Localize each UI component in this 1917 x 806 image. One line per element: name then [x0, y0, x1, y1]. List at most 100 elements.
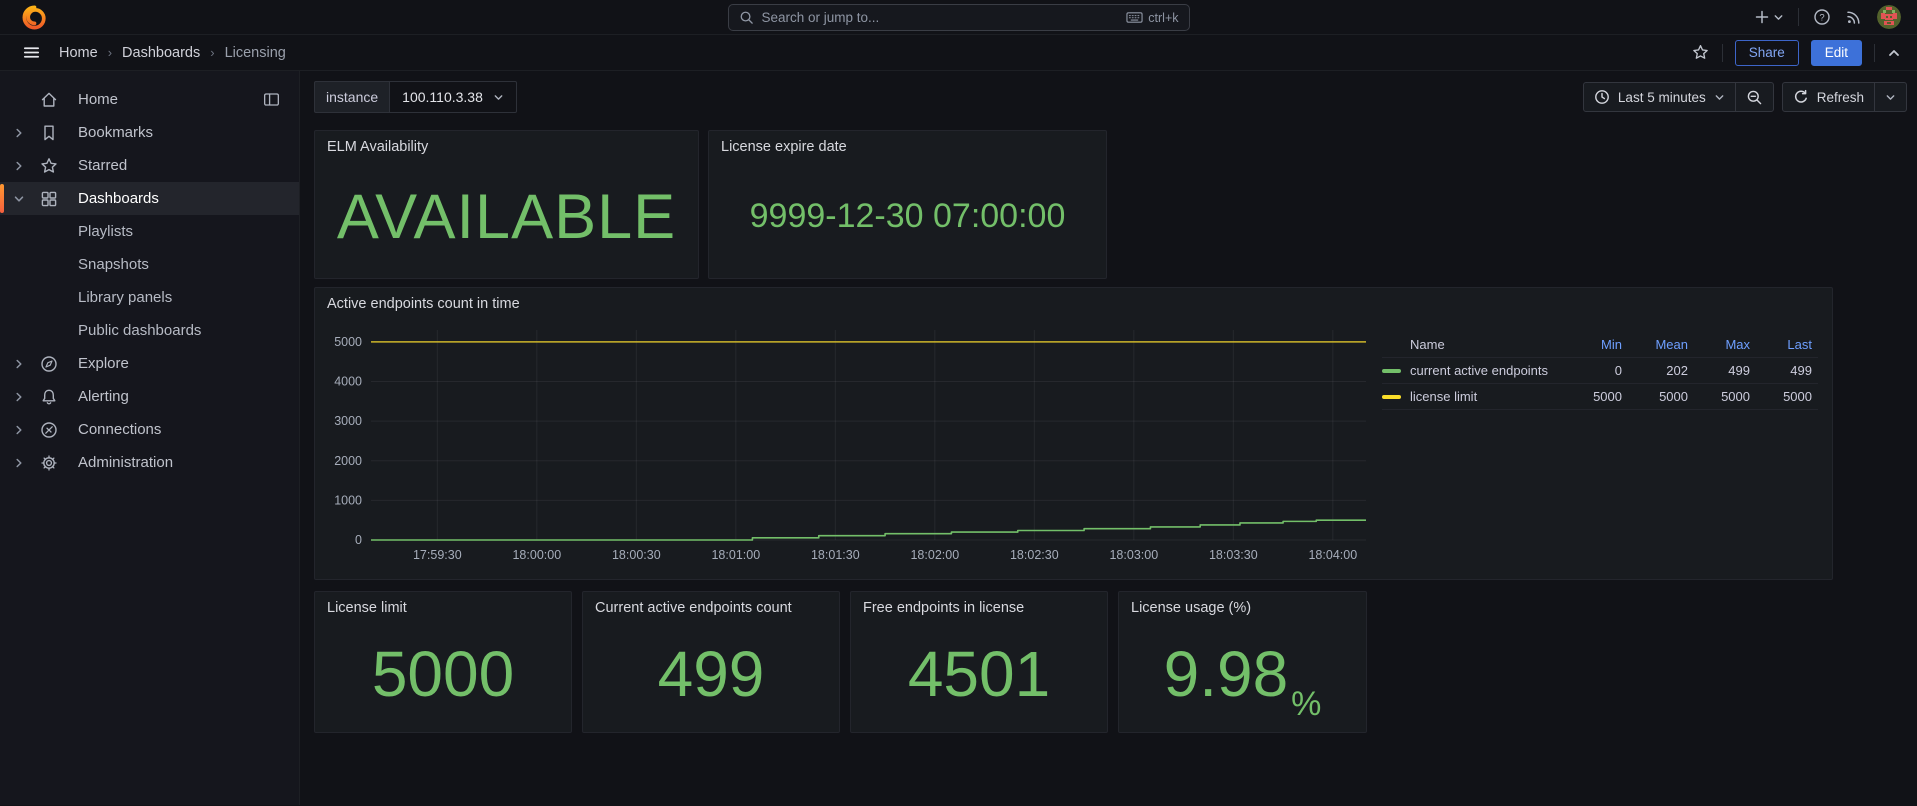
legend-value: 5000	[1750, 389, 1812, 404]
time-range-picker[interactable]: Last 5 minutes	[1584, 83, 1735, 111]
refresh-controls: Refresh	[1782, 82, 1907, 112]
time-controls: Last 5 minutes	[1583, 82, 1774, 112]
panel-title[interactable]: Active endpoints count in time	[315, 288, 1832, 312]
x-axis-tick: 18:01:00	[711, 548, 760, 562]
y-axis-tick: 1000	[334, 493, 362, 507]
sidebar-item-library-panels[interactable]: Library panels	[0, 281, 299, 314]
sidebar-item-label: Alerting	[78, 388, 299, 405]
chevron-right-icon[interactable]	[13, 358, 25, 370]
share-button[interactable]: Share	[1735, 40, 1799, 66]
variable-value-dropdown[interactable]: 100.110.3.38	[389, 81, 517, 113]
legend-col[interactable]: Max	[1688, 337, 1750, 352]
sidebar-item-dashboards[interactable]: Dashboards	[0, 182, 299, 215]
refresh-interval-dropdown[interactable]	[1874, 83, 1906, 111]
bell-icon	[39, 387, 59, 407]
legend-series-toggle[interactable]: license limit	[1382, 389, 1566, 404]
panel-title[interactable]: License limit	[315, 592, 571, 616]
edit-button[interactable]: Edit	[1811, 40, 1862, 66]
x-axis-tick: 18:03:30	[1209, 548, 1258, 562]
panel-license-usage: License usage (%) 9.98%	[1118, 591, 1367, 733]
grafana-logo[interactable]	[21, 4, 48, 31]
refresh-icon	[1793, 89, 1809, 105]
panel-title[interactable]: ELM Availability	[315, 131, 698, 155]
chevron-right-icon[interactable]	[13, 391, 25, 403]
zoom-out-time-button[interactable]	[1735, 83, 1773, 111]
panel-title[interactable]: License usage (%)	[1119, 592, 1366, 616]
sidebar-item-label: Snapshots	[78, 256, 299, 273]
x-axis-tick: 18:00:30	[612, 548, 661, 562]
legend-value: 499	[1688, 363, 1750, 378]
x-axis-tick: 17:59:30	[413, 548, 462, 562]
search-shortcut: ctrl+k	[1126, 10, 1178, 25]
svg-text:?: ?	[1819, 12, 1824, 23]
panel-title[interactable]: Free endpoints in license	[851, 592, 1107, 616]
top-bar: ctrl+k ?	[0, 0, 1917, 35]
sidebar-item-label: Administration	[78, 454, 299, 471]
divider	[1874, 44, 1875, 62]
sidebar-item-alerting[interactable]: Alerting	[0, 380, 299, 413]
menu-toggle-button[interactable]	[22, 43, 41, 62]
breadcrumb-home[interactable]: Home	[59, 45, 98, 61]
legend-col-name[interactable]: Name	[1382, 337, 1566, 352]
sidebar-item-home[interactable]: Home	[0, 83, 299, 116]
collapse-sidebar-button[interactable]	[262, 90, 281, 109]
new-button[interactable]	[1754, 9, 1784, 25]
dashboard-main: instance 100.110.3.38 Last 5 minut	[300, 71, 1917, 805]
chevron-up-icon	[1887, 46, 1901, 60]
avatar-image	[1877, 5, 1901, 29]
sidebar-item-starred[interactable]: Starred	[0, 149, 299, 182]
plug-icon	[39, 420, 59, 440]
series-color-dash	[1382, 369, 1401, 373]
legend-col[interactable]: Min	[1566, 337, 1622, 352]
chevron-right-icon[interactable]	[13, 127, 25, 139]
sidebar-item-snapshots[interactable]: Snapshots	[0, 248, 299, 281]
sidebar-item-bookmarks[interactable]: Bookmarks	[0, 116, 299, 149]
panel-title[interactable]: Current active endpoints count	[583, 592, 839, 616]
y-axis-tick: 0	[355, 533, 362, 547]
sidebar-item-public-dashboards[interactable]: Public dashboards	[0, 314, 299, 347]
x-axis-tick: 18:02:00	[910, 548, 959, 562]
legend-col[interactable]: Last	[1750, 337, 1812, 352]
chevron-right-icon[interactable]	[13, 457, 25, 469]
grid-icon	[39, 189, 59, 209]
hamburger-icon	[22, 43, 41, 62]
y-axis-tick: 5000	[334, 335, 362, 349]
y-axis-tick: 4000	[334, 375, 362, 389]
sidebar-item-label: Explore	[78, 355, 299, 372]
dashboard-controls: instance 100.110.3.38 Last 5 minut	[314, 81, 1907, 113]
news-button[interactable]	[1845, 8, 1863, 26]
legend-col[interactable]: Mean	[1622, 337, 1688, 352]
divider	[1722, 44, 1723, 62]
sidebar-item-explore[interactable]: Explore	[0, 347, 299, 380]
legend-series-toggle[interactable]: current active endpoints	[1382, 363, 1566, 378]
chevron-right-icon[interactable]	[13, 160, 25, 172]
breadcrumb-current: Licensing	[225, 45, 286, 61]
search-input[interactable]	[762, 10, 1119, 25]
rss-icon	[1845, 8, 1863, 26]
user-avatar[interactable]	[1877, 5, 1901, 29]
license-usage-value: 9.98%	[1119, 616, 1366, 732]
legend-value: 499	[1750, 363, 1812, 378]
star-dashboard-button[interactable]	[1691, 43, 1710, 62]
breadcrumb-separator: ›	[210, 45, 214, 60]
sidebar-item-label: Playlists	[78, 223, 299, 240]
sidebar-item-playlists[interactable]: Playlists	[0, 215, 299, 248]
refresh-button[interactable]: Refresh	[1783, 83, 1874, 111]
legend-value: 5000	[1566, 389, 1622, 404]
legend-value: 5000	[1622, 389, 1688, 404]
zoom-out-icon	[1746, 89, 1763, 106]
sidebar-nav: Home BookmarksStarred Dashboards Playlists S…	[0, 71, 300, 805]
chevron-down-icon	[493, 92, 504, 103]
collapse-toolbar-button[interactable]	[1887, 46, 1901, 60]
breadcrumb-dashboards[interactable]: Dashboards	[122, 45, 200, 61]
sidebar-item-administration[interactable]: Administration	[0, 446, 299, 479]
help-button[interactable]: ?	[1813, 8, 1831, 26]
sidebar-item-connections[interactable]: Connections	[0, 413, 299, 446]
timeseries-chart: 01000200030004000500017:59:3018:00:0018:…	[319, 316, 1382, 566]
global-search[interactable]: ctrl+k	[728, 4, 1190, 31]
sidebar-item-label: Home	[78, 91, 262, 108]
chevron-right-icon[interactable]	[13, 424, 25, 436]
panel-title[interactable]: License expire date	[709, 131, 1106, 155]
sidebar-item-label: Dashboards	[78, 190, 299, 207]
chevron-down-icon[interactable]	[13, 193, 25, 205]
